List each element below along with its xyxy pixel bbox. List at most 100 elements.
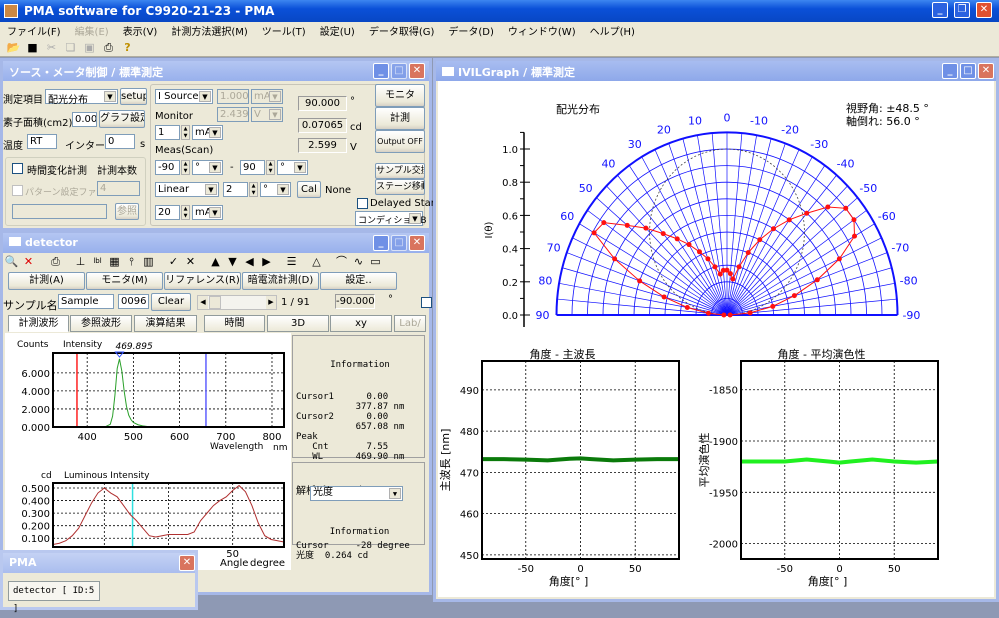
scan-step-spinner[interactable]: ▲ ▼ xyxy=(249,182,258,197)
list-icon[interactable]: ☰ xyxy=(284,254,299,269)
stage-move-button[interactable]: ステージ移動 xyxy=(375,179,425,195)
minimize-button[interactable]: _ xyxy=(942,63,958,79)
tab-5[interactable]: xy xyxy=(330,315,392,332)
menu-item[interactable]: ウィンドウ(W) xyxy=(501,22,583,38)
cut-icon[interactable]: ✂ xyxy=(44,40,59,55)
menu-item[interactable]: 編集(E) xyxy=(68,22,116,38)
scan-start-spinner[interactable]: ▲ ▼ xyxy=(181,160,190,175)
area-input[interactable]: 0.001 xyxy=(72,112,97,127)
limit-spinner[interactable]: ▲ ▼ xyxy=(181,205,190,220)
smooth-curve-icon[interactable]: ⌒ xyxy=(334,254,349,269)
tab-1[interactable]: 参照波形 xyxy=(70,315,132,332)
action-button[interactable]: 計測(A) xyxy=(8,272,85,290)
columns-icon[interactable]: ▥ xyxy=(141,254,156,269)
monitor-button[interactable]: モニタ xyxy=(375,84,425,107)
scan-end-input[interactable]: 90 xyxy=(240,160,265,175)
interval-input[interactable]: 0 xyxy=(105,134,135,149)
tab-6[interactable]: Lab/ xyxy=(394,315,426,332)
menu-item[interactable]: ツール(T) xyxy=(255,22,313,38)
peak-label-icon[interactable]: ⊥ xyxy=(73,254,88,269)
zoom-icon[interactable]: 🔍 xyxy=(4,254,19,269)
menu-item[interactable]: データ取得(G) xyxy=(362,22,442,38)
print-icon[interactable]: ⎙ xyxy=(101,40,116,55)
cross-icon[interactable]: ✕ xyxy=(183,254,198,269)
check-icon[interactable]: ✓ xyxy=(166,254,181,269)
scan-end-unit-select[interactable]: ° ▼ xyxy=(277,160,308,175)
tab-2[interactable]: 演算結果 xyxy=(134,315,197,332)
measure-item-select[interactable]: 配光分布 ▼ xyxy=(45,89,118,106)
source-mode-select[interactable]: I Source ▼ xyxy=(155,89,213,104)
clear-button[interactable]: Clear xyxy=(151,293,191,311)
level-spinner[interactable]: ▲ ▼ xyxy=(181,125,190,140)
scroll-thumb[interactable] xyxy=(209,296,221,309)
menu-item[interactable]: ファイル(F) xyxy=(0,22,68,38)
minimize-button[interactable]: _ xyxy=(373,235,389,251)
temperature-input[interactable]: RT xyxy=(27,134,57,149)
noise-curve-icon[interactable]: ∿ xyxy=(351,254,366,269)
graph-settings-button[interactable]: グラフ設定 xyxy=(99,110,145,128)
sample-name-input[interactable]: Sample xyxy=(58,294,114,309)
help-icon[interactable]: ? xyxy=(120,40,135,55)
pattern-file-input[interactable] xyxy=(12,204,107,219)
menu-item[interactable]: 計測方法選択(M) xyxy=(164,22,254,38)
scroll-left-icon[interactable]: ◀ xyxy=(198,296,208,309)
monitor-unit-select[interactable]: V ▼ xyxy=(251,107,283,122)
measure-button[interactable]: 計測 xyxy=(375,107,425,130)
scroll-right-icon[interactable]: ▶ xyxy=(266,296,276,309)
cal-button[interactable]: Cal xyxy=(297,181,321,198)
scan-end-spinner[interactable]: ▲ ▼ xyxy=(266,160,275,175)
open-folder-icon[interactable]: 📂 xyxy=(6,40,21,55)
action-button[interactable]: 設定.. xyxy=(320,272,397,290)
close-button[interactable]: ✕ xyxy=(179,555,195,571)
sample-number-input[interactable]: 0096 xyxy=(118,294,149,309)
source-value-input[interactable]: 1.000 xyxy=(217,89,249,104)
action-button[interactable]: モニタ(M) xyxy=(86,272,163,290)
minimize-button[interactable]: _ xyxy=(373,63,389,79)
scan-step-input[interactable]: 2 xyxy=(223,182,248,197)
setup-button[interactable]: setup xyxy=(120,88,147,105)
copy-icon[interactable]: ❏ xyxy=(63,40,78,55)
arrow-down-icon[interactable]: ▼ xyxy=(225,254,240,269)
close-button[interactable]: ✕ xyxy=(976,2,992,18)
limit-unit-select[interactable]: mA ▼ xyxy=(192,205,223,220)
menu-item[interactable]: データ(D) xyxy=(441,22,501,38)
save-icon[interactable]: ■ xyxy=(25,40,40,55)
menu-item[interactable]: 表示(V) xyxy=(116,22,165,38)
menu-item[interactable]: ヘルプ(H) xyxy=(583,22,642,38)
condition-select[interactable]: コンディションB ▼ xyxy=(355,211,427,226)
maximize-button[interactable]: □ xyxy=(391,63,407,79)
sample-change-button[interactable]: サンプル交換 xyxy=(375,163,425,179)
baseline-icon[interactable]: ▭ xyxy=(368,254,383,269)
scan-mode-select[interactable]: Linear ▼ xyxy=(155,182,219,197)
minimize-button[interactable]: _ xyxy=(932,2,948,18)
count-input[interactable]: 4 xyxy=(97,181,140,196)
tab-4[interactable]: 3D xyxy=(267,315,329,332)
triangle-icon[interactable]: △ xyxy=(309,254,324,269)
level-input[interactable]: 1 xyxy=(155,125,180,140)
action-button[interactable]: リファレンス(R) xyxy=(164,272,241,290)
maximize-button[interactable]: □ xyxy=(960,63,976,79)
scan-start-input[interactable]: -90 xyxy=(155,160,180,175)
tab-3[interactable]: 時間 xyxy=(204,315,265,332)
cursor-icon[interactable]: ⫯ xyxy=(124,254,139,269)
scan-step-unit-select[interactable]: ° ▼ xyxy=(260,182,291,197)
close-button[interactable]: ✕ xyxy=(409,235,425,251)
tab-detector[interactable]: detector [ ID:5 ] xyxy=(8,581,100,614)
delayed-start-checkbox[interactable] xyxy=(357,198,368,209)
arrow-up-icon[interactable]: ▲ xyxy=(208,254,223,269)
time-change-checkbox[interactable] xyxy=(12,163,23,174)
maximize-button[interactable]: □ xyxy=(391,235,407,251)
pattern-file-checkbox[interactable] xyxy=(12,185,23,196)
arrow-right-icon[interactable]: ▶ xyxy=(259,254,274,269)
paste-icon[interactable]: ▣ xyxy=(82,40,97,55)
close-button[interactable]: ✕ xyxy=(978,63,994,79)
menu-item[interactable]: 設定(U) xyxy=(313,22,362,38)
print-icon[interactable]: ⎙ xyxy=(48,254,63,269)
source-unit-select[interactable]: mA ▼ xyxy=(251,89,283,104)
action-button[interactable]: 暗電流計測(D) xyxy=(242,272,319,290)
data-index-scrollbar[interactable]: ◀ ▶ xyxy=(197,295,277,310)
option-checkbox[interactable] xyxy=(421,297,432,308)
tab-0[interactable]: 計測波形 xyxy=(8,315,69,332)
output-off-button[interactable]: Output OFF xyxy=(375,130,425,153)
browse-button[interactable]: 参照 xyxy=(115,203,139,220)
